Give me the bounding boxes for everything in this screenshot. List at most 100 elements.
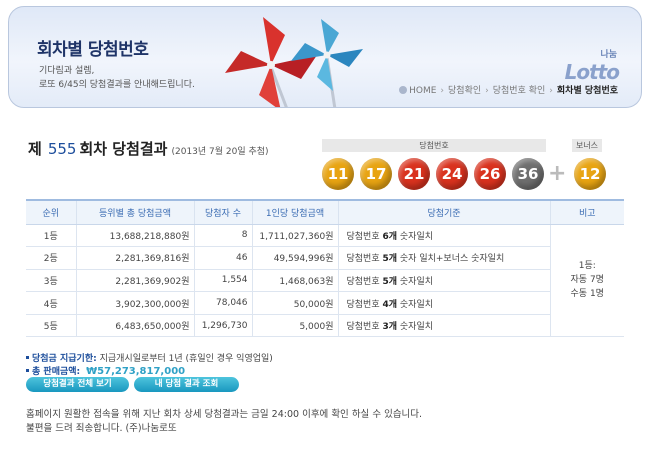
criteria-text: 당첨번호 <box>346 231 383 242</box>
rank-cell: 3등 <box>26 269 76 293</box>
criteria-text: 숫자일치 <box>397 231 434 242</box>
criteria-text: 당첨번호 <box>346 254 383 265</box>
total-prize-cell: 6,483,650,000원 <box>75 314 194 338</box>
column-header: 등위별 총 당첨금액 <box>75 199 194 225</box>
round-suffix: 회차 당첨결과 <box>79 140 168 158</box>
column-header: 당첨자 수 <box>193 199 252 225</box>
banner-subtitle: 기다림과 설렘, <box>39 66 95 76</box>
criteria-count: 5개 <box>382 254 398 265</box>
criteria-text: 당첨번호 <box>346 322 383 333</box>
criteria-text: 당첨번호 <box>346 299 383 310</box>
payout-deadline-value: 지급개시일로부터 1년 (휴일인 경우 익영업일) <box>99 354 273 364</box>
criteria-text: 당첨번호 <box>346 276 383 287</box>
lotto-ball: 26 <box>474 158 506 190</box>
breadcrumb-home[interactable]: HOME <box>409 86 436 96</box>
remarks-cell: 1등: 자동 7명수동 1명 <box>549 224 624 338</box>
lotto-ball: 17 <box>360 158 392 190</box>
page-banner: 회차별 당첨번호 기다림과 설렘, 로또 6/45의 당첨결과를 안내해드립니다… <box>8 6 642 108</box>
criteria-cell: 당첨번호 6개 숫자일치 <box>337 224 550 248</box>
remarks-line: 자동 7명 <box>570 275 604 286</box>
total-sales-value: ₩57,273,817,000 <box>86 366 186 377</box>
per-person-cell: 49,594,996원 <box>251 246 338 270</box>
column-header: 당첨기준 <box>337 199 550 225</box>
column-header: 순위 <box>26 199 76 225</box>
notice-text: 불편을 드려 죄송합니다. (주)나눔로또 <box>26 423 177 434</box>
criteria-cell: 당첨번호 5개 숫자일치 <box>337 269 550 293</box>
winners-cell: 78,046 <box>193 291 252 315</box>
winning-numbers-label: 당첨번호 <box>322 139 546 152</box>
total-prize-cell: 2,281,369,902원 <box>75 269 194 293</box>
winners-cell: 1,296,730 <box>193 314 252 338</box>
banner-title: 회차별 당첨번호 <box>37 40 149 60</box>
view-full-results-button[interactable]: 당첨결과 전체 보기 <box>26 377 129 392</box>
payout-deadline: 당첨금 지급기한: 지급개시일로부터 1년 (휴일인 경우 익영업일) <box>26 351 273 364</box>
home-icon <box>399 86 408 94</box>
pinwheel-illustration <box>225 17 363 107</box>
per-person-cell: 50,000원 <box>251 291 338 315</box>
table-header-row: 순위 등위별 총 당첨금액 당첨자 수 1인당 당첨금액 당첨기준 비고 <box>26 199 624 225</box>
chevron-right-icon: › <box>549 86 553 96</box>
total-sales-label: 총 판매금액: <box>32 367 81 377</box>
per-person-cell: 1,711,027,360원 <box>251 224 338 248</box>
criteria-text: 숫자 일치+보너스 숫자일치 <box>397 254 505 265</box>
total-sales: 총 판매금액: ₩57,273,817,000 <box>26 364 185 377</box>
bullet-icon <box>26 369 29 372</box>
lotto-ball: 24 <box>436 158 468 190</box>
bonus-ball: 12 <box>574 158 606 190</box>
total-prize-cell: 2,281,369,816원 <box>75 246 194 270</box>
criteria-count: 3개 <box>382 322 398 333</box>
criteria-count: 5개 <box>382 276 398 287</box>
table-row: 4등 3,902,300,000원 78,046 50,000원 당첨번호 4개… <box>26 291 624 315</box>
bullet-icon <box>26 356 29 359</box>
lotto-ball: 36 <box>512 158 544 190</box>
breadcrumb-current: 회차별 당첨번호 <box>556 86 618 96</box>
criteria-text: 숫자일치 <box>397 299 434 310</box>
prize-table: 순위 등위별 총 당첨금액 당첨자 수 1인당 당첨금액 당첨기준 비고 1등 … <box>26 199 624 338</box>
table-row: 1등 13,688,218,880원 8 1,711,027,360원 당첨번호… <box>26 224 624 338</box>
lotto-logo: 나눔 Lotto <box>564 47 620 84</box>
criteria-cell: 당첨번호 5개 숫자 일치+보너스 숫자일치 <box>337 246 550 270</box>
criteria-text: 숫자일치 <box>397 322 434 333</box>
column-header: 1인당 당첨금액 <box>251 199 338 225</box>
winners-cell: 46 <box>193 246 252 270</box>
logo-text: 나눔 <box>600 50 617 60</box>
criteria-cell: 당첨번호 4개 숫자일치 <box>337 291 550 315</box>
table-row: 5등 6,483,650,000원 1,296,730 5,000원 당첨번호 … <box>26 314 624 338</box>
per-person-cell: 5,000원 <box>251 314 338 338</box>
criteria-text: 숫자일치 <box>397 276 434 287</box>
table-row: 3등 2,281,369,902원 1,554 1,468,063원 당첨번호 … <box>26 269 624 293</box>
table-row: 2등 2,281,369,816원 46 49,594,996원 당첨번호 5개… <box>26 246 624 270</box>
chevron-right-icon: › <box>440 86 445 96</box>
total-prize-cell: 13,688,218,880원 <box>75 224 194 248</box>
plus-icon: + <box>548 161 567 186</box>
rank-cell: 2등 <box>26 246 76 270</box>
lotto-ball: 11 <box>322 158 354 190</box>
criteria-count: 6개 <box>382 231 398 242</box>
remarks-line: 수동 1명 <box>570 289 604 300</box>
breadcrumb-item[interactable]: 당첨확인 <box>448 86 481 96</box>
breadcrumb: HOME › 당첨확인 › 당첨번호 확인 › 회차별 당첨번호 <box>398 83 619 96</box>
page-title: 제 555 회차 당첨결과 (2013년 7월 20일 추첨) <box>28 138 269 159</box>
criteria-cell: 당첨번호 3개 숫자일치 <box>337 314 550 338</box>
chevron-right-icon: › <box>485 86 489 96</box>
rank-cell: 4등 <box>26 291 76 315</box>
rank-cell: 5등 <box>26 314 76 338</box>
column-header: 비고 <box>549 199 624 225</box>
bonus-number-label: 보너스 <box>572 139 602 152</box>
payout-deadline-label: 당첨금 지급기한: <box>32 354 97 364</box>
logo-text: Lotto <box>564 60 620 84</box>
criteria-count: 4개 <box>382 299 398 310</box>
round-prefix: 제 <box>28 140 42 158</box>
remarks-line: 1등: <box>578 261 596 272</box>
round-number: 555 <box>47 140 77 158</box>
total-prize-cell: 3,902,300,000원 <box>75 291 194 315</box>
per-person-cell: 1,468,063원 <box>251 269 338 293</box>
lotto-ball: 21 <box>398 158 430 190</box>
winners-cell: 1,554 <box>193 269 252 293</box>
draw-date: (2013년 7월 20일 추첨) <box>171 147 269 157</box>
notice-text: 홈페이지 원활한 접속을 위해 지난 회차 상세 당첨결과는 금일 24:00 … <box>26 409 423 420</box>
winners-cell: 8 <box>193 224 252 248</box>
check-my-results-button[interactable]: 내 당첨 결과 조회 <box>134 377 239 392</box>
banner-subtitle: 로또 6/45의 당첨결과를 안내해드립니다. <box>39 80 195 90</box>
breadcrumb-item[interactable]: 당첨번호 확인 <box>493 86 546 96</box>
